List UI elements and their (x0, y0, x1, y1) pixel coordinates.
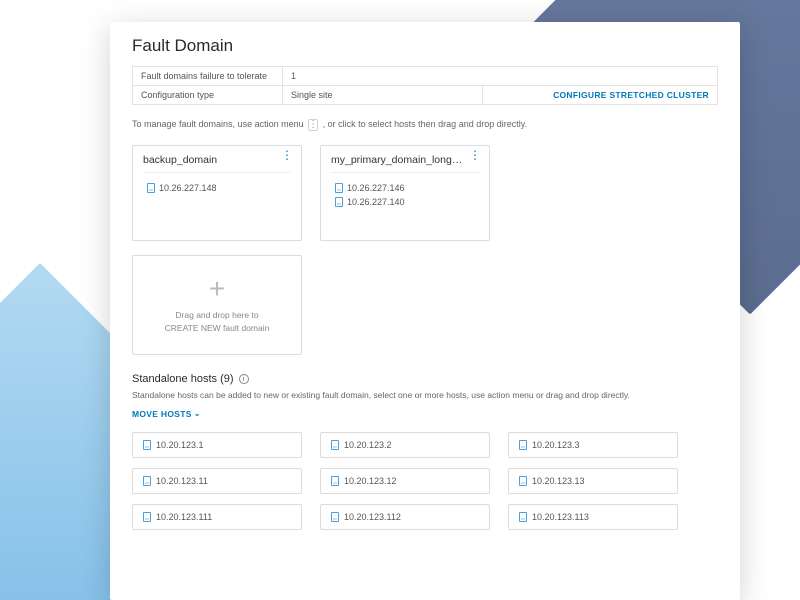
host-icon (335, 197, 343, 207)
fault-domain-card[interactable]: backup_domain ⋮ 10.26.227.148 (132, 145, 302, 241)
kebab-menu-icon[interactable]: ⋮ (469, 152, 481, 158)
summary-row-ftt: Fault domains failure to tolerate 1 (133, 67, 718, 86)
kebab-menu-icon[interactable]: ⋮ (281, 152, 293, 158)
host-icon (335, 183, 343, 193)
info-icon[interactable]: i (239, 374, 249, 384)
host-ip: 10.20.123.3 (532, 440, 580, 450)
move-hosts-button[interactable]: MOVE HOSTS ⌄ (132, 409, 201, 419)
fault-domain-hosts: 10.26.227.148 (143, 173, 291, 195)
host-ip: 10.26.227.146 (347, 183, 405, 193)
plus-icon: + (209, 275, 225, 303)
standalone-host-card[interactable]: 10.20.123.111 (132, 504, 302, 530)
host-ip: 10.20.123.1 (156, 440, 204, 450)
page-title: Fault Domain (132, 36, 718, 56)
ftt-value: 1 (283, 67, 718, 86)
host-item[interactable]: 10.26.227.140 (331, 195, 479, 209)
host-icon (143, 476, 151, 486)
host-icon (519, 476, 527, 486)
host-ip: 10.20.123.112 (344, 512, 401, 522)
standalone-host-card[interactable]: 10.20.123.12 (320, 468, 490, 494)
summary-row-config: Configuration type Single site CONFIGURE… (133, 86, 718, 105)
fault-domain-title: backup_domain (143, 154, 291, 173)
move-hosts-label: MOVE HOSTS (132, 409, 192, 419)
host-icon (147, 183, 155, 193)
host-icon (519, 512, 527, 522)
standalone-host-card[interactable]: 10.20.123.113 (508, 504, 678, 530)
standalone-host-card[interactable]: 10.20.123.112 (320, 504, 490, 530)
fault-domain-card[interactable]: my_primary_domain_long_n... ⋮ 10.26.227.… (320, 145, 490, 241)
standalone-hosts-grid: 10.20.123.1 10.20.123.2 10.20.123.3 10.2… (132, 432, 718, 530)
host-ip: 10.20.123.113 (532, 512, 589, 522)
ftt-label: Fault domains failure to tolerate (133, 67, 283, 86)
configure-stretched-cluster-link[interactable]: CONFIGURE STRETCHED CLUSTER (483, 86, 718, 105)
help-text-pre: To manage fault domains, use action menu (132, 119, 306, 129)
create-line1: Drag and drop here to (175, 309, 258, 322)
create-fault-domain-dropzone[interactable]: + Drag and drop here to CREATE NEW fault… (132, 255, 302, 355)
config-value: Single site (283, 86, 483, 105)
standalone-title-suffix: ) (230, 373, 234, 385)
standalone-host-card[interactable]: 10.20.123.1 (132, 432, 302, 458)
standalone-hosts-title: Standalone hosts (9) i (132, 373, 718, 385)
host-ip: 10.26.227.140 (347, 197, 405, 207)
standalone-host-card[interactable]: 10.20.123.3 (508, 432, 678, 458)
host-ip: 10.20.123.12 (344, 476, 397, 486)
host-icon (331, 512, 339, 522)
standalone-host-card[interactable]: 10.20.123.2 (320, 432, 490, 458)
host-ip: 10.20.123.13 (532, 476, 585, 486)
config-label: Configuration type (133, 86, 283, 105)
help-text: To manage fault domains, use action menu… (132, 117, 718, 131)
host-item[interactable]: 10.26.227.146 (331, 181, 479, 195)
host-ip: 10.20.123.2 (344, 440, 392, 450)
create-line2: CREATE NEW fault domain (165, 322, 270, 335)
summary-table: Fault domains failure to tolerate 1 Conf… (132, 66, 718, 105)
host-icon (519, 440, 527, 450)
standalone-title-prefix: Standalone hosts ( (132, 373, 224, 385)
standalone-host-card[interactable]: 10.20.123.11 (132, 468, 302, 494)
fault-domain-hosts: 10.26.227.146 10.26.227.140 (331, 173, 479, 209)
standalone-host-card[interactable]: 10.20.123.13 (508, 468, 678, 494)
chevron-down-icon: ⌄ (194, 409, 201, 418)
host-item[interactable]: 10.26.227.148 (143, 181, 291, 195)
host-icon (331, 440, 339, 450)
standalone-description: Standalone hosts can be added to new or … (132, 390, 718, 402)
kebab-menu-icon: ⋮ (308, 119, 318, 131)
host-icon (143, 512, 151, 522)
host-ip: 10.20.123.111 (156, 512, 212, 522)
host-ip: 10.20.123.11 (156, 476, 208, 486)
fault-domain-title: my_primary_domain_long_n... (331, 154, 479, 173)
host-icon (143, 440, 151, 450)
fault-domains-row: backup_domain ⋮ 10.26.227.148 my_primary… (132, 145, 718, 241)
help-text-post: , or click to select hosts then drag and… (323, 119, 527, 129)
host-icon (331, 476, 339, 486)
host-ip: 10.26.227.148 (159, 183, 217, 193)
fault-domain-panel: Fault Domain Fault domains failure to to… (110, 22, 740, 600)
